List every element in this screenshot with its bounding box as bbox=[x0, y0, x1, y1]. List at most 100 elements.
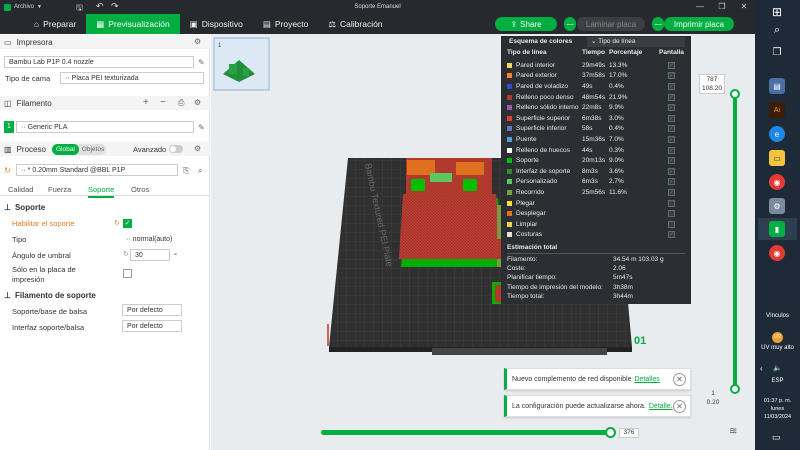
store-icon[interactable]: ▤ bbox=[769, 78, 785, 94]
support-interface-select[interactable]: Por defecto bbox=[122, 320, 182, 332]
line-type-row[interactable]: Superficie inferior 58s 0.4% ✓ bbox=[501, 124, 691, 135]
tab-project[interactable]: ▤ Proyecto bbox=[253, 14, 319, 34]
display-checkbox[interactable]: ✓ bbox=[668, 231, 675, 239]
tab-preview[interactable]: ▦ Previsualización bbox=[86, 14, 180, 34]
redo-icon[interactable]: ↷ bbox=[111, 1, 119, 12]
support-base-select[interactable]: Por defecto bbox=[122, 304, 182, 316]
display-checkbox[interactable]: ✓ bbox=[668, 146, 675, 154]
maximize-button[interactable]: ❐ bbox=[711, 0, 733, 14]
laminate-dropdown-button[interactable]: — bbox=[564, 17, 576, 31]
line-type-row[interactable]: Personalizado 6m3s 2.7% ✓ bbox=[501, 177, 691, 188]
details-link[interactable]: Detalles bbox=[634, 376, 659, 383]
search-icon[interactable]: ⌕ bbox=[198, 166, 202, 176]
remove-filament-icon[interactable]: − bbox=[160, 97, 166, 108]
display-checkbox[interactable] bbox=[668, 199, 675, 207]
display-checkbox[interactable]: ✓ bbox=[668, 135, 675, 143]
enable-support-checkbox[interactable]: ✓ bbox=[123, 219, 132, 228]
reset-icon[interactable]: ↻ bbox=[4, 166, 11, 175]
line-type-row[interactable]: Puente 15m36s 7.0% ✓ bbox=[501, 134, 691, 145]
line-type-row[interactable]: Interfaz de soporte 8m3s 3.6% ✓ bbox=[501, 166, 691, 177]
display-checkbox[interactable]: ✓ bbox=[668, 178, 675, 186]
tab-others[interactable]: Otros bbox=[131, 185, 149, 194]
uv-weather-icon[interactable]: UV bbox=[772, 332, 783, 343]
display-checkbox[interactable] bbox=[668, 220, 675, 228]
close-notification-button[interactable]: ✕ bbox=[673, 373, 686, 386]
layer-slider-bottom-thumb[interactable] bbox=[730, 384, 740, 394]
line-type-row[interactable]: Relleno poco denso 48m54s 21.9% ✓ bbox=[501, 92, 691, 103]
close-notification-button[interactable]: ✕ bbox=[673, 400, 686, 413]
filament-gear-icon[interactable]: ⚙ bbox=[194, 98, 201, 107]
display-checkbox[interactable]: ✓ bbox=[668, 61, 675, 69]
minimize-button[interactable]: — bbox=[689, 0, 711, 14]
bed-type-select[interactable]: ·· Placa PEI texturizada bbox=[60, 72, 204, 84]
windows-start-icon[interactable]: ⊞ bbox=[769, 4, 785, 20]
tab-device[interactable]: ▣ Dispositivo bbox=[180, 14, 253, 34]
line-type-dropdown[interactable]: ⌄ Tipo de línea bbox=[587, 37, 685, 47]
display-checkbox[interactable]: ✓ bbox=[668, 157, 675, 165]
display-checkbox[interactable]: ✓ bbox=[668, 104, 675, 112]
chevron-left-icon[interactable]: ‹ bbox=[760, 364, 763, 373]
display-checkbox[interactable]: ✓ bbox=[668, 125, 675, 133]
line-type-row[interactable]: Relleno de huecos 44s 0.3% ✓ bbox=[501, 145, 691, 156]
print-plate-button[interactable]: Imprimir placa bbox=[664, 17, 734, 31]
search-icon[interactable]: ⌕ bbox=[769, 22, 785, 38]
tab-strength[interactable]: Fuerza bbox=[48, 185, 71, 194]
display-checkbox[interactable]: ✓ bbox=[668, 188, 675, 196]
line-type-row[interactable]: Pared exterior 37m58s 17.0% ✓ bbox=[501, 71, 691, 82]
laminate-plate-button[interactable]: Laminar placa bbox=[577, 17, 645, 31]
sync-icon[interactable]: ⎙ bbox=[178, 98, 184, 108]
line-type-row[interactable]: Superficie superior 6m38s 3.0% ✓ bbox=[501, 113, 691, 124]
line-type-row[interactable]: Recorrido 25m56s 11.6% ✓ bbox=[501, 187, 691, 198]
tab-prepare[interactable]: ⌂ Preparar bbox=[24, 14, 86, 34]
filament-select[interactable]: ·· Generic PLA bbox=[16, 121, 194, 133]
edge-icon[interactable]: e bbox=[769, 126, 785, 142]
display-checkbox[interactable]: ✓ bbox=[668, 114, 675, 122]
layers-icon[interactable]: ≋ bbox=[729, 426, 737, 437]
tab-calibration[interactable]: ⚖ Calibración bbox=[318, 14, 392, 34]
task-view-icon[interactable]: ❐ bbox=[769, 44, 785, 60]
app-icon[interactable]: ⚙ bbox=[769, 198, 785, 214]
advanced-switch[interactable] bbox=[169, 145, 183, 153]
display-checkbox[interactable]: ✓ bbox=[668, 72, 675, 80]
move-slider-track[interactable] bbox=[321, 430, 611, 435]
printer-select[interactable]: Bambu Lab P1P 0.4 nozzle bbox=[4, 56, 194, 68]
display-checkbox[interactable] bbox=[668, 210, 675, 218]
settings-gear-icon[interactable]: ⚙ bbox=[194, 37, 201, 46]
chrome-icon[interactable]: ◉ bbox=[769, 174, 785, 190]
tab-quality[interactable]: Calidad bbox=[8, 185, 33, 194]
save-profile-icon[interactable]: ⎘ bbox=[183, 166, 189, 176]
display-checkbox[interactable]: ✓ bbox=[668, 82, 675, 90]
file-explorer-icon[interactable]: ▭ bbox=[769, 150, 785, 166]
line-type-row[interactable]: Desplegar bbox=[501, 208, 691, 219]
file-menu[interactable]: Archivo ▼ bbox=[0, 3, 42, 11]
only-plate-checkbox[interactable] bbox=[123, 269, 132, 278]
layer-slider-top-thumb[interactable] bbox=[730, 89, 740, 99]
language-indicator[interactable]: ESP bbox=[755, 378, 800, 384]
line-type-row[interactable]: Pared interior 29m49s 13.3% ✓ bbox=[501, 60, 691, 71]
undo-icon[interactable]: ↶ bbox=[96, 1, 104, 12]
share-button[interactable]: ⇪ Share bbox=[495, 17, 557, 31]
volume-icon[interactable]: 🔈 bbox=[773, 364, 782, 372]
filament-edit-icon[interactable]: ✎ bbox=[198, 123, 205, 132]
line-type-row[interactable]: Pared de voladizo 49s 0.4% ✓ bbox=[501, 81, 691, 92]
support-type-select[interactable]: ·· normal(auto) bbox=[122, 233, 182, 245]
display-checkbox[interactable]: ✓ bbox=[668, 93, 675, 101]
reset-support-icon[interactable]: ↻ bbox=[114, 219, 120, 227]
process-profile-select[interactable]: ·· * 0.20mm Standard @BBL P1P bbox=[16, 164, 178, 176]
threshold-reset-icon[interactable]: ↻ bbox=[123, 250, 129, 258]
line-type-row[interactable]: Limpiar bbox=[501, 219, 691, 230]
toggle-global[interactable]: Global bbox=[52, 144, 79, 155]
notifications-icon[interactable]: ▭ bbox=[772, 432, 781, 443]
line-type-row[interactable]: Plegar bbox=[501, 198, 691, 209]
links-label[interactable]: Vínculos bbox=[755, 313, 800, 319]
add-filament-icon[interactable]: + bbox=[143, 97, 149, 108]
toggle-objects[interactable]: Objetos bbox=[79, 144, 107, 155]
print-dropdown-button[interactable]: — bbox=[652, 17, 664, 31]
plate-thumbnail[interactable]: 1 bbox=[213, 37, 270, 91]
tab-support[interactable]: Soporte bbox=[88, 185, 115, 198]
line-type-row[interactable]: Relleno sólido interno 22m8s 9.9% ✓ bbox=[501, 102, 691, 113]
display-checkbox[interactable]: ✓ bbox=[668, 167, 675, 175]
layer-slider-track[interactable] bbox=[733, 94, 737, 389]
details-link[interactable]: Detalle. bbox=[649, 403, 673, 410]
illustrator-icon[interactable]: Ai bbox=[769, 102, 785, 118]
